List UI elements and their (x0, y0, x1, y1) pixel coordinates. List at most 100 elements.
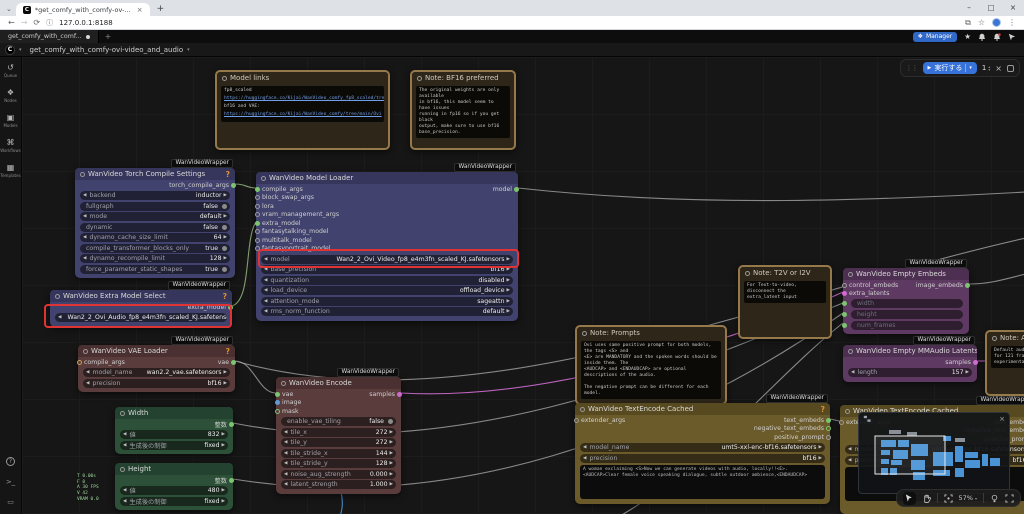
sidebar-item-workflows[interactable]: ⌘ Workflows (0, 139, 20, 153)
help-icon[interactable]: ? (226, 170, 230, 179)
converted-widget-width[interactable]: width (851, 299, 963, 308)
widget-combo-rms_norm_function[interactable]: ◀rms_norm_functiondefault▶ (261, 307, 513, 316)
in-slot-dot[interactable] (275, 409, 280, 414)
combo-left-arrow-icon[interactable]: ◀ (583, 445, 586, 450)
batch-count-stepper[interactable]: 1 ▴▾ (982, 64, 990, 72)
combo-right-arrow-icon[interactable]: ▶ (390, 451, 393, 456)
combo-left-arrow-icon[interactable]: ◀ (86, 370, 89, 375)
combo-right-arrow-icon[interactable]: ▶ (390, 482, 393, 487)
combo-right-arrow-icon[interactable]: ▶ (224, 235, 227, 240)
combo-left-arrow-icon[interactable]: ◀ (123, 488, 126, 493)
widget-combo-dynamo_recompile_limit[interactable]: ◀dynamo_recompile_limit128▶ (80, 254, 230, 263)
window-close-button[interactable]: × (1002, 0, 1024, 16)
widget-combo-load_device[interactable]: ◀load_deviceoffload_device▶ (261, 286, 513, 295)
widget-combo-dynamo_cache_size_limit[interactable]: ◀dynamo_cache_size_limit64▶ (80, 233, 230, 242)
widget-combo-e...[interactable]: ◀e...Wan2_2_Ovi_Audio_fp8_e4m3fn_scaled_… (55, 313, 227, 322)
toggle-dot-icon[interactable] (222, 246, 227, 251)
combo-left-arrow-icon[interactable]: ◀ (264, 278, 267, 283)
node-title-bar[interactable]: WanVideo Empty Embeds (843, 268, 969, 280)
in-slot-dot[interactable] (842, 301, 847, 306)
node-mmaudio[interactable]: WanVideoWrapperWanVideo Empty MMAudio La… (843, 345, 977, 382)
out-slot-dot[interactable] (826, 435, 831, 440)
help-icon[interactable]: ? (821, 405, 825, 414)
node-t2v[interactable]: Note: T2V or I2VFor Text-to-video, disco… (738, 265, 832, 339)
back-icon[interactable]: ← (8, 18, 15, 27)
node-height[interactable]: Height整数◀値480▶◀生成後の制御fixed▶ (115, 463, 233, 510)
in-slot-dot[interactable] (255, 204, 260, 209)
combo-right-arrow-icon[interactable]: ▶ (390, 461, 393, 466)
node-title-bar[interactable]: WanVideo Extra Model Select? (50, 290, 232, 302)
in-slot-dot[interactable] (275, 392, 280, 397)
toggle-dot-icon[interactable] (222, 267, 227, 272)
widget-combo-length[interactable]: ◀length157▶ (848, 368, 972, 377)
node-loader[interactable]: WanVideoWrapperWanVideo Model Loadercomp… (256, 172, 518, 321)
widget-combo-値[interactable]: ◀値480▶ (120, 486, 228, 495)
combo-right-arrow-icon[interactable]: ▶ (507, 299, 510, 304)
widget-toggle-dynamic[interactable]: dynamicfalse (80, 223, 230, 232)
widget-combo-attention_mode[interactable]: ◀attention_modesageattn▶ (261, 297, 513, 306)
combo-left-arrow-icon[interactable]: ◀ (583, 456, 586, 461)
collapse-dot-icon[interactable] (281, 381, 286, 386)
widget-combo-model[interactable]: ◀modelWan2_2_Ovi_Video_fp8_e4m3fn_scaled… (261, 255, 513, 264)
star-icon[interactable]: ★ (964, 32, 971, 41)
widget-combo-latent_strength[interactable]: ◀latent_strength1.000▶ (281, 480, 396, 489)
node-title-bar[interactable]: Note: Aud (987, 332, 1024, 344)
share-cursor-icon[interactable] (1008, 33, 1016, 41)
node-title-bar[interactable]: Width (115, 407, 233, 419)
out-slot-dot[interactable] (229, 478, 234, 483)
window-maximize-button[interactable]: □ (980, 0, 1002, 16)
widget-combo-noise_aug_strength[interactable]: ◀noise_aug_strength0.000▶ (281, 470, 396, 479)
combo-right-arrow-icon[interactable]: ▶ (222, 443, 225, 448)
sidebar-item-models[interactable]: ▣ Models (3, 114, 17, 128)
node-embeds[interactable]: WanVideoWrapperWanVideo Empty Embedscont… (843, 268, 969, 334)
combo-right-arrow-icon[interactable]: ▶ (966, 370, 969, 375)
combo-right-arrow-icon[interactable]: ▶ (507, 278, 510, 283)
collapse-dot-icon[interactable] (80, 172, 85, 177)
node-extra[interactable]: WanVideoWrapperWanVideo Extra Model Sele… (50, 290, 232, 327)
zoom-level-dropdown[interactable]: 57% ▾ (959, 494, 977, 502)
in-slot-dot[interactable] (275, 400, 280, 405)
out-slot-dot[interactable] (231, 360, 236, 365)
node-vae[interactable]: WanVideoWrapperWanVideo VAE Loader?compi… (78, 345, 235, 392)
node-title-bar[interactable]: WanVideo TextEncode Cached? (575, 403, 830, 415)
in-slot-dot[interactable] (255, 238, 260, 243)
pan-tool-button[interactable] (922, 494, 931, 503)
in-slot-dot[interactable] (255, 187, 260, 192)
focus-mode-button[interactable] (1005, 494, 1014, 503)
combo-left-arrow-icon[interactable]: ◀ (83, 235, 86, 240)
combo-right-arrow-icon[interactable]: ▶ (819, 445, 822, 450)
prompt-textarea[interactable]: A woman exclaiming <S>Now we can generat… (580, 465, 825, 499)
collapse-dot-icon[interactable] (261, 176, 266, 181)
collapse-dot-icon[interactable] (222, 76, 227, 81)
widget-combo-tile_y[interactable]: ◀tile_y272▶ (281, 438, 396, 447)
combo-left-arrow-icon[interactable]: ◀ (86, 381, 89, 386)
in-slot-dot[interactable] (255, 195, 260, 200)
help-icon[interactable]: ? (223, 292, 227, 301)
widget-combo-precision[interactable]: ◀precisionbf16▶ (83, 379, 230, 388)
combo-right-arrow-icon[interactable]: ▶ (224, 193, 227, 198)
manager-button[interactable]: ❖ Manager (913, 32, 958, 42)
new-workflow-button[interactable]: + (105, 32, 112, 41)
in-slot-dot[interactable] (77, 360, 82, 365)
select-tool-button[interactable] (903, 492, 916, 505)
node-title-bar[interactable]: WanVideo Empty MMAudio Latents (843, 345, 977, 357)
link-visibility-button[interactable] (990, 494, 999, 503)
combo-right-arrow-icon[interactable]: ▶ (507, 257, 510, 262)
in-slot-dot[interactable] (574, 418, 579, 423)
widget-combo-base_precision[interactable]: ◀base_precisionbf16▶ (261, 265, 513, 274)
out-slot-dot[interactable] (231, 183, 236, 188)
clear-queue-icon[interactable]: × (995, 64, 1002, 73)
note-link[interactable]: https://huggingface.co/Kijai/WanVideo_co… (224, 96, 381, 102)
collapse-dot-icon[interactable] (580, 407, 585, 412)
node-audio[interactable]: Note: AudDefault audio le for 121 frames… (985, 330, 1024, 396)
toggle-dot-icon[interactable] (222, 225, 227, 230)
widget-combo-quantization[interactable]: ◀quantizationdisabled▶ (261, 276, 513, 285)
in-slot-dot[interactable] (842, 291, 847, 296)
collapse-dot-icon[interactable] (845, 409, 850, 414)
logo-chevron-icon[interactable]: ▾ (19, 47, 22, 53)
help-button[interactable]: ? (6, 457, 15, 466)
reload-icon[interactable]: ⟳ (33, 18, 40, 27)
collapse-dot-icon[interactable] (83, 349, 88, 354)
collapse-dot-icon[interactable] (582, 331, 587, 336)
node-te1[interactable]: WanVideoWrapperWanVideo TextEncode Cache… (575, 403, 830, 504)
